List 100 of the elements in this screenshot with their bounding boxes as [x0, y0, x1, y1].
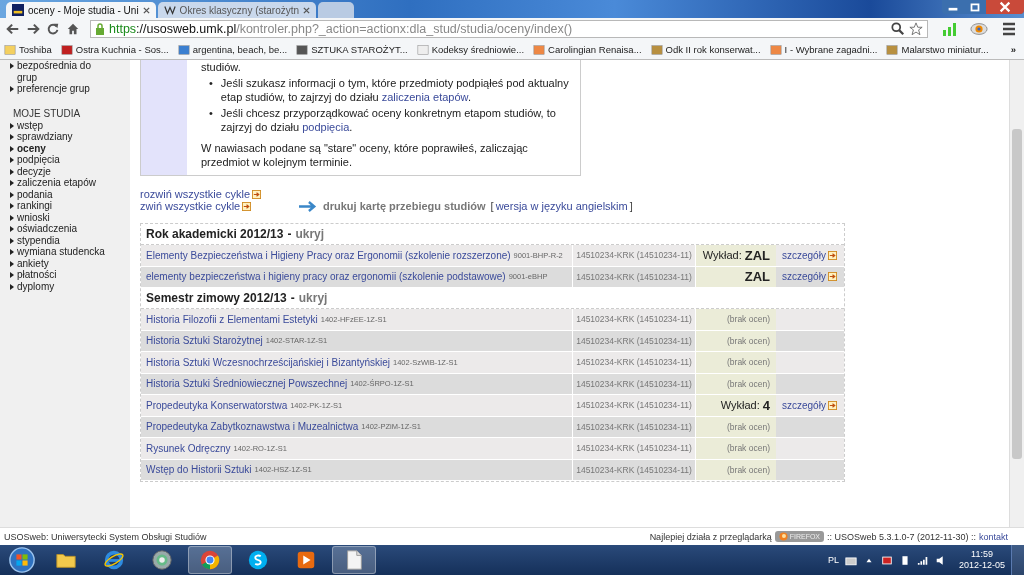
bookmark-icon — [416, 43, 429, 56]
no-grades-text: (brak ocen) — [727, 357, 770, 368]
browser-tab[interactable]: oceny - Moje studia - Uni — [6, 2, 156, 18]
sidebar-item[interactable]: wymiana studencka — [10, 246, 130, 258]
bookmark-item[interactable]: Kodeksy średniowie... — [416, 43, 525, 56]
sidebar-item[interactable]: sprawdziany — [10, 131, 130, 143]
close-icon[interactable] — [303, 6, 311, 14]
arrow-box-icon — [252, 189, 262, 199]
course-link[interactable]: Historia Filozofii z Elementami Estetyki — [146, 313, 318, 325]
close-icon[interactable] — [142, 6, 150, 14]
sidebar-heading: MOJE STUDIA — [13, 107, 82, 120]
expand-all-link[interactable]: rozwiń wszystkie cykle — [140, 188, 262, 200]
scrollbar[interactable] — [1009, 60, 1024, 527]
sidebar-item[interactable]: oceny — [10, 142, 130, 154]
bookmark-icon — [4, 43, 16, 56]
sidebar-item[interactable]: ankiety — [10, 257, 130, 269]
forward-icon[interactable] — [26, 22, 40, 36]
sidebar-item[interactable]: dyplomy — [10, 280, 130, 292]
sidebar-item[interactable]: oświadczenia — [10, 223, 130, 235]
close-icon[interactable] — [986, 0, 1024, 14]
grade-value: ZAL — [744, 247, 770, 263]
signal-icon[interactable] — [916, 554, 929, 566]
grade-value: 4 — [762, 397, 770, 413]
grade-value: ZAL — [744, 269, 770, 285]
sidebar-item[interactable]: preferencje grup — [10, 83, 130, 95]
course-link[interactable]: Elementy Bezpieczeństwa i Higieny Pracy oraz Ergonomii (szkolenie rozszerzone) — [146, 249, 511, 261]
course-link[interactable]: Historia Sztuki Wczesnochrześcijańskiej i Bizantyńskiej — [146, 356, 390, 368]
bookmark-item[interactable]: Odk II rok konserwat... — [650, 43, 761, 56]
hide-link[interactable]: ukryj — [295, 227, 325, 241]
no-grades-text: (brak ocen) — [727, 378, 770, 389]
bookmark-item[interactable]: Carolingian Renaisa... — [533, 43, 642, 56]
info-text: Jeśli szukasz informacji o tym, które przedmioty podpiąłeś pod aktualny etap studiów, to zajrzyj do działu zaliczenia etapów. — [220, 76, 570, 104]
sidebar-item[interactable]: płatności — [10, 269, 130, 281]
print-card-link[interactable]: drukuj kartę przebiegu studiów — [323, 200, 486, 212]
no-grades-text: (brak ocen) — [727, 464, 770, 475]
play-icon — [295, 549, 317, 571]
disc-icon — [151, 549, 173, 571]
info-text: W nawiasach podane są "stare" oceny, które poprawiłeś, zaliczając przedmiot w kolejnym terminie. — [201, 141, 529, 169]
english-version-link[interactable]: wersja w języku angielskim — [495, 200, 628, 212]
more-bookmarks-button[interactable]: » — [1006, 44, 1020, 55]
contact-link[interactable]: kontakt — [978, 531, 1008, 542]
bookmark-item[interactable]: Toshiba — [4, 43, 52, 56]
sidebar-item[interactable]: wnioski — [10, 211, 130, 223]
bookmark-item[interactable]: I - Wybrane zagadni... — [769, 43, 878, 56]
no-grades-text: (brak ocen) — [727, 335, 770, 346]
scrollbar-thumb[interactable] — [1012, 128, 1022, 459]
flag-icon[interactable] — [880, 554, 893, 566]
details-link[interactable]: szczegóły — [782, 249, 837, 261]
sidebar-item[interactable]: rankingi — [10, 200, 130, 212]
language-indicator[interactable]: PL — [827, 555, 839, 565]
triangle-icon — [10, 86, 14, 92]
chat-icon — [247, 549, 269, 571]
back-icon[interactable] — [6, 22, 20, 36]
arrow-box-icon — [827, 272, 837, 282]
globe-icon — [778, 532, 788, 541]
sidebar-item[interactable]: stypendia — [10, 234, 130, 246]
menu-icon[interactable] — [1000, 21, 1018, 37]
bracket-text: ] — [629, 200, 633, 212]
reload-icon[interactable] — [46, 22, 60, 36]
bookmark-item[interactable]: Ostra Kuchnia - Sos... — [60, 43, 169, 56]
sidebar-item[interactable]: podania — [10, 188, 130, 200]
bookmark-item[interactable]: SZTUKA STAROŻYT... — [296, 43, 408, 56]
details-link[interactable]: szczegóły — [782, 271, 837, 283]
address-bar[interactable]: https://usosweb.umk.pl/kontroler.php?_action=actionx:dla_stud/studia/oceny/index() — [90, 20, 928, 38]
taskbar-button[interactable] — [332, 546, 376, 574]
course-link[interactable]: Wstęp do Historii Sztuki — [146, 464, 252, 476]
hide-link[interactable]: ukryj — [298, 291, 328, 305]
windows-logo-icon — [8, 546, 36, 574]
bookmark-item[interactable]: argentina, beach, be... — [177, 43, 288, 56]
course-link[interactable]: Rysunek Odręczny — [146, 442, 231, 454]
clock[interactable]: 11:59 2012-12-05 — [958, 549, 1005, 571]
zoom-icon[interactable] — [891, 22, 905, 36]
sidebar-item[interactable]: podpięcia — [10, 154, 130, 166]
course-link[interactable]: Propedeutyka Konserwatorstwa — [146, 399, 288, 411]
grade-label: Wykład: — [702, 249, 742, 262]
sidebar-item[interactable]: zaliczenia etapów — [10, 177, 130, 189]
home-icon[interactable] — [66, 22, 80, 36]
arrow-box-icon — [827, 250, 837, 260]
sidebar-item[interactable]: wstęp — [10, 119, 130, 131]
star-icon[interactable] — [909, 22, 923, 36]
course-link[interactable]: Propedeutyka Zabytkoznawstwa i Muzealnictwa — [146, 421, 359, 433]
group-title: Rok akademicki 2012/13 — [146, 227, 284, 241]
section-link[interactable]: zaliczenia etapów — [381, 91, 468, 103]
bookmark-item[interactable]: Malarstwo miniatur... — [886, 43, 989, 56]
course-link[interactable]: Historia Sztuki Średniowiecznej Powszechnej — [146, 378, 348, 390]
browser-tab[interactable]: Okres klasyczny (starożytn — [157, 2, 317, 18]
arrow-right-icon — [299, 200, 318, 212]
details-link[interactable]: szczegóły — [782, 399, 837, 411]
course-link[interactable]: elementy bezpieczeństwa i higieny pracy oraz ergonomii (szkolenie podstawowe) — [146, 271, 506, 283]
new-tab-button[interactable] — [318, 2, 355, 18]
grade-label: Wykład: — [720, 399, 760, 412]
collapse-all-link[interactable]: zwiń wszystkie cykle — [140, 200, 262, 212]
keyboard-icon[interactable] — [844, 554, 857, 566]
eye-icon[interactable] — [970, 21, 988, 37]
browser-e-icon — [103, 549, 125, 571]
info-text: studiów. — [201, 60, 242, 74]
sidebar-item[interactable]: decyzje — [10, 165, 130, 177]
bookmark-icon — [177, 43, 190, 56]
chrome-icon — [199, 549, 221, 571]
course-link[interactable]: Historia Sztuki Starożytnej — [146, 335, 263, 347]
